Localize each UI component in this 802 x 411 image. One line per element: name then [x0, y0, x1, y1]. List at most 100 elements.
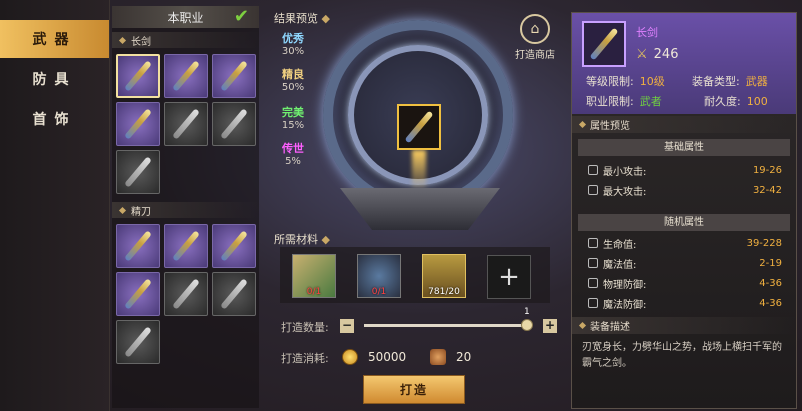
blade-item-slot[interactable]: [212, 224, 256, 268]
item-icon: [582, 21, 626, 67]
shop-icon: ⌂: [520, 14, 550, 44]
quantity-value: 1: [524, 307, 530, 317]
quality-name: 精良: [282, 68, 304, 81]
sword-icon: [220, 60, 248, 92]
stat-name: 物理防御:: [603, 279, 647, 291]
item-info-panel: 长剑 ⚔ 246 等级限制: 10级 装备类型: 武器 职业限制: 武者 耐久度: 100…: [571, 12, 797, 409]
stat-row: 生命值: 39-228: [572, 233, 796, 253]
material-count: 781/20: [428, 287, 460, 297]
quality-name: 完美: [282, 106, 304, 119]
material-spear[interactable]: 0/1: [357, 254, 401, 298]
sword-item-slot[interactable]: [212, 102, 256, 146]
job-filter-header[interactable]: 本职业 ✔: [112, 6, 259, 28]
preview-title: 结果预览 ◆: [274, 12, 330, 25]
stat-row: 魔法防御: 4-36: [572, 293, 796, 313]
heart-icon: [588, 238, 598, 248]
material-count: 0/1: [371, 287, 387, 297]
section-blade-label: 精刀: [131, 206, 151, 218]
item-list: 本职业 ✔ 长剑 精刀: [112, 6, 259, 408]
quantity-plus-button[interactable]: +: [543, 319, 557, 333]
tab-jewelry[interactable]: 首饰: [0, 100, 109, 138]
token-icon: [430, 349, 446, 365]
durability: 耐久度: 100: [704, 93, 768, 109]
blade-icon: [124, 230, 152, 262]
stat-row: 最小攻击: 19-26: [572, 160, 796, 180]
category-tabs: 武器 防具 首饰: [0, 0, 110, 411]
random-attr-list: 生命值: 39-228 魔法值: 2-19 物理防御: 4-36 魔法防御: 4…: [572, 233, 796, 313]
tab-armor[interactable]: 防具: [0, 60, 109, 98]
stat-value: 2-19: [759, 257, 782, 269]
sword-item-slot[interactable]: [116, 150, 160, 194]
add-material-button[interactable]: +: [487, 255, 531, 299]
cost-label: 打造消耗:: [281, 352, 329, 365]
stat-value: 4-36: [759, 297, 782, 309]
blade-item-slot[interactable]: [164, 272, 208, 316]
sword-grid: [112, 48, 259, 198]
quality-fine: 精良 50%: [278, 66, 308, 93]
stat-value: 19-26: [752, 164, 782, 176]
blade-item-slot[interactable]: [116, 320, 160, 364]
item-description: 刃宽身长，力劈华山之势，战场上横扫千军的霸气之剑。: [582, 342, 782, 369]
stat-name: 最小攻击:: [603, 166, 647, 178]
job-limit-value: 武者: [639, 95, 662, 108]
stat-row: 最大攻击: 32-42: [572, 180, 796, 200]
sword-item-slot[interactable]: [116, 102, 160, 146]
sword-item-slot[interactable]: [164, 102, 208, 146]
stat-name: 魔法防御:: [603, 299, 647, 311]
sword-item-slot[interactable]: [212, 54, 256, 98]
diamond-icon: [578, 321, 587, 330]
desc-title: 装备描述: [590, 322, 630, 333]
job-filter-label: 本职业: [167, 10, 204, 25]
sword-icon: [588, 165, 598, 175]
cost-gold: 50000: [368, 350, 407, 364]
desc-header: 装备描述: [572, 317, 796, 334]
material-scroll[interactable]: 0/1: [292, 254, 336, 298]
mana-icon: [588, 258, 598, 268]
result-item-slot[interactable]: [397, 104, 441, 150]
sword-icon: [589, 27, 619, 61]
craft-button[interactable]: 打造: [363, 375, 465, 404]
blade-item-slot[interactable]: [116, 272, 160, 316]
durability-label: 耐久度:: [704, 95, 741, 108]
basic-attr-title: 基础属性: [578, 139, 790, 156]
quality-name: 优秀: [282, 32, 304, 45]
blade-icon: [220, 278, 248, 310]
sword-item-slot[interactable]: [164, 54, 208, 98]
quantity-slider[interactable]: [364, 324, 530, 327]
quality-perfect: 完美 15%: [278, 104, 308, 131]
blade-item-slot[interactable]: [164, 224, 208, 268]
stat-value: 32-42: [752, 184, 782, 196]
blade-item-slot[interactable]: [116, 224, 160, 268]
cost-token: 20: [456, 350, 472, 364]
sword-icon: [172, 60, 200, 92]
stat-value: 39-228: [746, 237, 782, 249]
quantity-minus-button[interactable]: −: [340, 319, 354, 333]
materials-title-text: 所需材料: [274, 233, 318, 246]
check-icon[interactable]: ✔: [234, 6, 249, 27]
quality-excellent: 优秀 30%: [278, 30, 308, 57]
material-ingot[interactable]: 781/20: [422, 254, 466, 298]
quantity-slider-handle[interactable]: [521, 319, 533, 331]
quality-name: 传世: [282, 142, 304, 155]
item-power-value: 246: [653, 47, 679, 62]
equip-type-value: 武器: [745, 75, 768, 88]
forge-shop-button[interactable]: ⌂ 打造商店: [510, 14, 560, 61]
quantity-label: 打造数量:: [281, 321, 329, 334]
section-blade: 精刀: [112, 202, 259, 218]
quality-pct: 30%: [281, 46, 305, 57]
durability-value: 100: [746, 95, 768, 108]
blade-icon: [124, 326, 152, 358]
shield-icon: [588, 278, 598, 288]
sword-icon: [124, 60, 152, 92]
sword-icon: [404, 110, 434, 144]
gold-coin-icon: [342, 349, 358, 365]
sword-item-slot[interactable]: [116, 54, 160, 98]
item-info-header: 长剑 ⚔ 246 等级限制: 10级 装备类型: 武器 职业限制: 武者 耐久度: 100: [572, 13, 796, 114]
item-name: 长剑: [636, 26, 658, 39]
sword-icon: [588, 185, 598, 195]
tab-weapon[interactable]: 武器: [0, 20, 109, 58]
crossed-swords-icon: ⚔: [636, 47, 648, 62]
preview-title-text: 结果预览: [274, 12, 318, 25]
blade-item-slot[interactable]: [212, 272, 256, 316]
random-attr-title: 随机属性: [578, 214, 790, 231]
